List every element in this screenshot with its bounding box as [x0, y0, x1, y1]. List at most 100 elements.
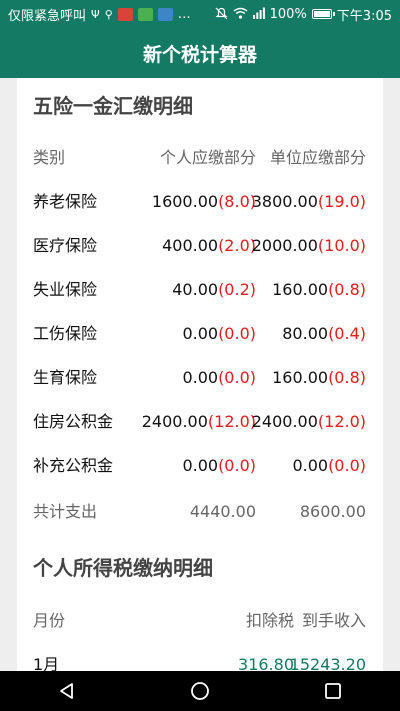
personal-rate: (0.0) [218, 324, 256, 343]
personal-amount: 0.00(0.0) [182, 358, 256, 398]
back-button[interactable] [47, 671, 87, 711]
company-value: 80.00 [282, 324, 329, 343]
personal-rate: (2.0) [218, 236, 256, 255]
personal-amount: 40.00(0.2) [172, 270, 256, 310]
personal-rate: (8.0) [218, 192, 256, 211]
app-title: 新个税计算器 [142, 43, 257, 66]
insurance-row-maternity: 生育保险 0.00(0.0) 160.00(0.8) [17, 358, 383, 398]
company-rate: (0.4) [328, 324, 366, 343]
personal-amount: 0.00(0.0) [182, 314, 256, 354]
personal-amount: 400.00(2.0) [162, 226, 256, 266]
header-month: 月份 [33, 611, 66, 630]
insurance-row-unemployment: 失业保险 40.00(0.2) 160.00(0.8) [17, 270, 383, 310]
insurance-row-medical: 医疗保险 400.00(2.0) 2000.00(10.0) [17, 226, 383, 266]
row-name: 补充公积金 [33, 456, 114, 475]
personal-amount: 0.00(0.0) [182, 446, 256, 486]
header-tax: 扣除税 [245, 611, 294, 630]
personal-value: 0.00 [182, 324, 219, 343]
company-amount: 80.00(0.4) [282, 314, 366, 354]
status-bar: 仅限紧急呼叫 Ψ ⚲ … 100% 下午3:05 [0, 0, 400, 28]
battery-level [313, 11, 330, 17]
header-category: 类别 [33, 148, 66, 167]
company-rate: (19.0) [317, 192, 366, 211]
status-left: 仅限紧急呼叫 Ψ ⚲ … [8, 5, 191, 24]
content-card[interactable]: 五险一金汇缴明细 类别 个人应缴部分 单位应缴部分 养老保险 1600.00(8… [17, 78, 383, 671]
home-circle-icon [191, 682, 209, 700]
company-amount: 3800.00(19.0) [252, 182, 366, 222]
image-notification-icon [157, 7, 173, 21]
company-rate: (10.0) [317, 236, 366, 255]
back-triangle-icon [59, 683, 73, 699]
personal-value: 400.00 [162, 236, 219, 255]
personal-rate: (0.0) [218, 368, 256, 387]
status-right: 100% 下午3:05 [215, 5, 392, 24]
personal-value: 40.00 [172, 280, 219, 299]
company-value: 2000.00 [251, 236, 318, 255]
recents-button[interactable] [313, 671, 353, 711]
total-label: 共计支出 [33, 502, 98, 521]
clock: 下午3:05 [336, 8, 392, 24]
company-amount: 2000.00(10.0) [252, 226, 366, 266]
row-name: 失业保险 [33, 280, 98, 299]
insurance-row-supplementary-fund: 补充公积金 0.00(0.0) 0.00(0.0) [17, 446, 383, 486]
tax-section-title: 个人所得税缴纳明细 [33, 556, 213, 580]
row-name: 工伤保险 [33, 324, 98, 343]
row-name: 医疗保险 [33, 236, 98, 255]
total-company: 8600.00 [299, 502, 366, 521]
row-name: 生育保险 [33, 368, 98, 387]
total-personal: 4440.00 [189, 502, 256, 521]
company-value: 2400.00 [251, 412, 318, 431]
mute-icon [215, 7, 228, 22]
company-amount: 160.00(0.8) [272, 270, 366, 310]
header-income: 到手收入 [301, 611, 366, 630]
home-button[interactable] [180, 671, 220, 711]
company-amount: 0.00(0.0) [292, 446, 366, 486]
recents-square-icon [325, 683, 342, 699]
net-income: 15243.20 [289, 655, 366, 671]
app-notification-icon [117, 7, 133, 21]
wechat-notification-icon [137, 7, 153, 21]
battery-text: 100% [269, 6, 307, 22]
personal-rate: (0.2) [218, 280, 256, 299]
insurance-section-title: 五险一金汇缴明细 [33, 94, 193, 118]
company-rate: (0.8) [328, 280, 366, 299]
personal-amount: 1600.00(8.0) [152, 182, 256, 222]
usb-debug-icon: ⚲ [104, 7, 113, 21]
company-rate: (0.0) [328, 456, 366, 475]
personal-value: 1600.00 [151, 192, 219, 211]
battery-icon [311, 9, 335, 19]
tax-amount: 316.80 [238, 655, 294, 671]
personal-amount: 2400.00(12.0) [142, 402, 256, 442]
tax-row: 1月 316.80 15243.20 [17, 645, 383, 671]
company-rate: (12.0) [317, 412, 366, 431]
insurance-header-row: 类别 个人应缴部分 单位应缴部分 [17, 138, 383, 178]
personal-value: 0.00 [182, 368, 219, 387]
row-name: 养老保险 [33, 192, 98, 211]
header-company: 单位应缴部分 [269, 148, 366, 167]
company-value: 3800.00 [251, 192, 318, 211]
header-personal: 个人应缴部分 [159, 148, 256, 167]
tax-header-row: 月份 扣除税 到手收入 [17, 601, 383, 641]
personal-value: 2400.00 [141, 412, 208, 431]
more-notifications-icon: … [177, 6, 191, 22]
personal-rate: (0.0) [218, 456, 256, 475]
insurance-row-housing-fund: 住房公积金 2400.00(12.0) 2400.00(12.0) [17, 402, 383, 442]
company-value: 0.00 [292, 456, 329, 475]
carrier-text: 仅限紧急呼叫 [8, 8, 87, 24]
insurance-row-pension: 养老保险 1600.00(8.0) 3800.00(19.0) [17, 182, 383, 222]
wifi-icon [233, 7, 248, 21]
personal-value: 0.00 [182, 456, 219, 475]
company-amount: 160.00(0.8) [272, 358, 366, 398]
app-bar: 新个税计算器 [0, 28, 400, 78]
insurance-row-injury: 工伤保险 0.00(0.0) 80.00(0.4) [17, 314, 383, 354]
tax-month: 1月 [33, 655, 60, 671]
company-rate: (0.8) [328, 368, 366, 387]
row-name: 住房公积金 [33, 412, 114, 431]
company-value: 160.00 [272, 280, 329, 299]
usb-icon: Ψ [91, 7, 100, 21]
navigation-bar [0, 671, 400, 711]
personal-rate: (12.0) [207, 412, 256, 431]
signal-icon [252, 7, 265, 21]
company-amount: 2400.00(12.0) [252, 402, 366, 442]
insurance-total-row: 共计支出 4440.00 8600.00 [17, 492, 383, 532]
